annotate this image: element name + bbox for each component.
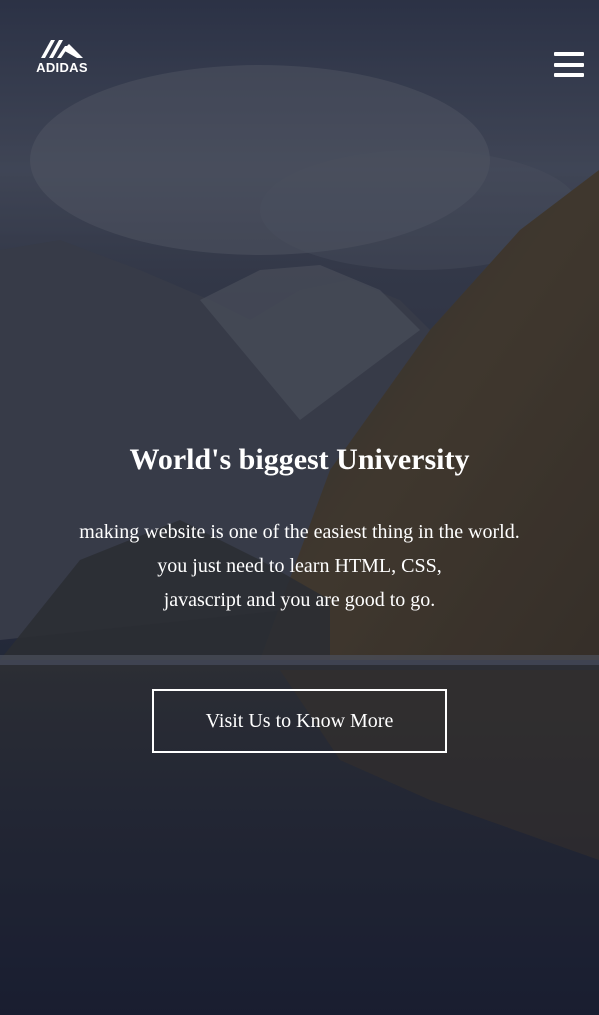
hero-text-line: you just need to learn HTML, CSS, [157, 555, 442, 577]
menu-bar [554, 52, 584, 56]
hero-text-line: making website is one of the easiest thi… [79, 521, 520, 543]
hero-title: World's biggest University [129, 443, 470, 476]
visit-us-button[interactable]: Visit Us to Know More [152, 689, 447, 753]
logo-text: ADIDAS [36, 60, 88, 75]
hamburger-menu-icon[interactable] [554, 52, 584, 77]
hero-text-line: javascript and you are good to go. [163, 589, 436, 611]
menu-bar [554, 73, 584, 77]
adidas-mountain-logo [41, 40, 83, 58]
brand-logo[interactable]: ADIDAS [33, 36, 91, 82]
hero-section: ADIDAS World's biggest University making… [0, 0, 599, 1015]
menu-bar [554, 62, 584, 67]
hero-content: World's biggest University making websit… [0, 440, 599, 617]
hero-description: making website is one of the easiest thi… [0, 515, 599, 617]
